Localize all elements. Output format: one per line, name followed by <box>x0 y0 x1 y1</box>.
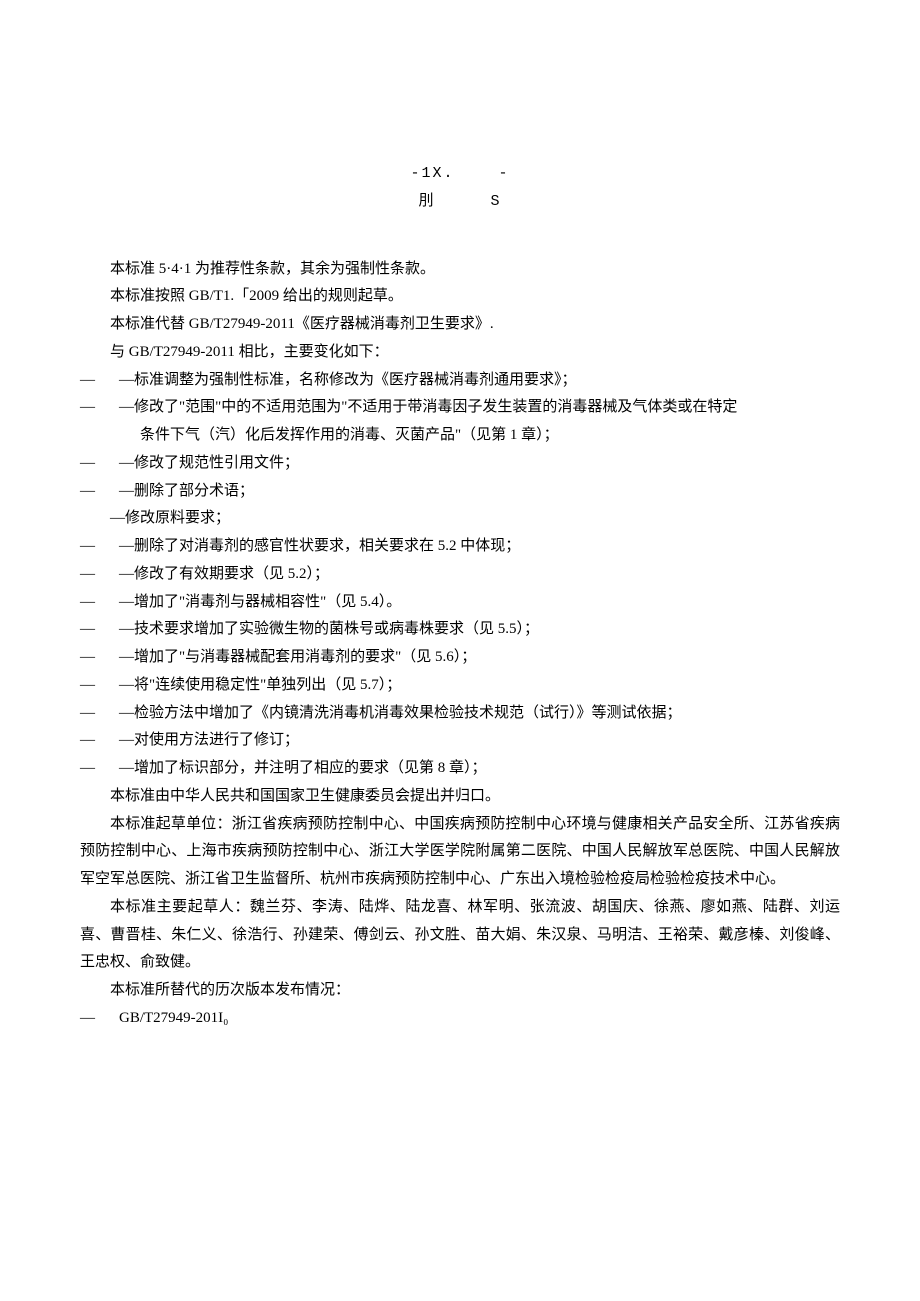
list-item-text: —技术要求增加了实验微生物的菌株号或病毒株要求（见 5.5）； <box>110 621 539 637</box>
list-item-text: —标准调整为强制性标准，名称修改为《医疗器械消毒剂通用要求》； <box>110 372 577 388</box>
dash-icon: — <box>80 616 95 644</box>
paragraph-1: 本标准 5·4·1 为推荐性条款，其余为强制性条款。 <box>80 256 840 284</box>
dash-icon: — <box>80 672 95 700</box>
dash-icon: — <box>80 1005 95 1033</box>
dash-icon: — <box>80 367 95 395</box>
list-item-text: —修改了"范围"中的不适用范围为"不适用于带消毒因子发生装置的消毒器械及气体类或… <box>110 399 737 415</box>
dash-icon: — <box>80 700 95 728</box>
list-item-15: — GB/T27949-201I₀ <box>80 1005 840 1033</box>
list-item-text: —对使用方法进行了修订； <box>110 732 299 748</box>
list-item-text: —检验方法中增加了《内镜清洗消毒机消毒效果检验技术规范（试行）》等测试依据； <box>110 705 682 721</box>
list-item-text: —增加了标识部分，并注明了相应的要求（见第 8 章）； <box>110 760 487 776</box>
dash-icon: — <box>80 394 95 422</box>
paragraph-6: 本标准起草单位：浙江省疾病预防控制中心、中国疾病预防控制中心环境与健康相关产品安… <box>80 811 840 894</box>
list-item-6: — —删除了对消毒剂的感官性状要求，相关要求在 5.2 中体现； <box>80 533 840 561</box>
list-item-2a: — —修改了"范围"中的不适用范围为"不适用于带消毒因子发生装置的消毒器械及气体类… <box>80 394 840 422</box>
list-item-14: — —增加了标识部分，并注明了相应的要求（见第 8 章）； <box>80 755 840 783</box>
document-page: -1X. - 刖 S 本标准 5·4·1 为推荐性条款，其余为强制性条款。 本标… <box>0 0 920 1093</box>
list-item-text: —删除了部分术语； <box>110 483 254 499</box>
dash-icon: — <box>80 533 95 561</box>
dash-icon: — <box>80 450 95 478</box>
dash-icon: — <box>80 755 95 783</box>
paragraph-5: 本标准由中华人民共和国国家卫生健康委员会提出并归口。 <box>80 783 840 811</box>
list-item-text: —修改了有效期要求（见 5.2）； <box>110 566 329 582</box>
header-artifact: -1X. - 刖 S <box>80 160 840 216</box>
list-item-4: — —删除了部分术语； <box>80 478 840 506</box>
dash-icon: — <box>80 644 95 672</box>
list-item-13: — —对使用方法进行了修订； <box>80 727 840 755</box>
dash-icon: — <box>80 727 95 755</box>
list-item-1: — —标准调整为强制性标准，名称修改为《医疗器械消毒剂通用要求》； <box>80 367 840 395</box>
list-item-text: —增加了"消毒剂与器械相容性"（见 5.4）。 <box>110 594 401 610</box>
list-item-8: — —增加了"消毒剂与器械相容性"（见 5.4）。 <box>80 589 840 617</box>
paragraph-7: 本标准主要起草人：魏兰芬、李涛、陆烨、陆龙喜、林军明、张流波、胡国庆、徐燕、廖如… <box>80 894 840 977</box>
list-item-11: — —将"连续使用稳定性"单独列出（见 5.7）； <box>80 672 840 700</box>
list-item-text: —修改了规范性引用文件； <box>110 455 299 471</box>
dash-icon: — <box>80 589 95 617</box>
list-item-12: — —检验方法中增加了《内镜清洗消毒机消毒效果检验技术规范（试行）》等测试依据； <box>80 700 840 728</box>
list-item-10: — —增加了"与消毒器械配套用消毒剂的要求"（见 5.6）； <box>80 644 840 672</box>
dash-icon: — <box>80 478 95 506</box>
paragraph-8: 本标准所替代的历次版本发布情况： <box>80 977 840 1005</box>
list-item-2b: 条件下气（汽）化后发挥作用的消毒、灭菌产品"（见第 1 章）； <box>80 422 840 450</box>
header-line2: 刖 S <box>418 193 501 210</box>
paragraph-2: 本标准按照 GB/T1.「2009 给出的规则起草。 <box>80 283 840 311</box>
list-item-text: —增加了"与消毒器械配套用消毒剂的要求"（见 5.6）； <box>110 649 476 665</box>
list-item-3: — —修改了规范性引用文件； <box>80 450 840 478</box>
list-item-text: —删除了对消毒剂的感官性状要求，相关要求在 5.2 中体现； <box>110 538 520 554</box>
paragraph-3: 本标准代替 GB/T27949-2011《医疗器械消毒剂卫生要求》. <box>80 311 840 339</box>
list-item-7: — —修改了有效期要求（见 5.2）； <box>80 561 840 589</box>
header-line1: -1X. - <box>410 165 509 182</box>
list-item-5: —修改原料要求； <box>80 505 840 533</box>
list-item-text: —将"连续使用稳定性"单独列出（见 5.7）； <box>110 677 401 693</box>
list-item-9: — —技术要求增加了实验微生物的菌株号或病毒株要求（见 5.5）； <box>80 616 840 644</box>
list-item-text: GB/T27949-201I₀ <box>110 1010 228 1026</box>
paragraph-4: 与 GB/T27949-2011 相比，主要变化如下： <box>80 339 840 367</box>
dash-icon: — <box>80 561 95 589</box>
